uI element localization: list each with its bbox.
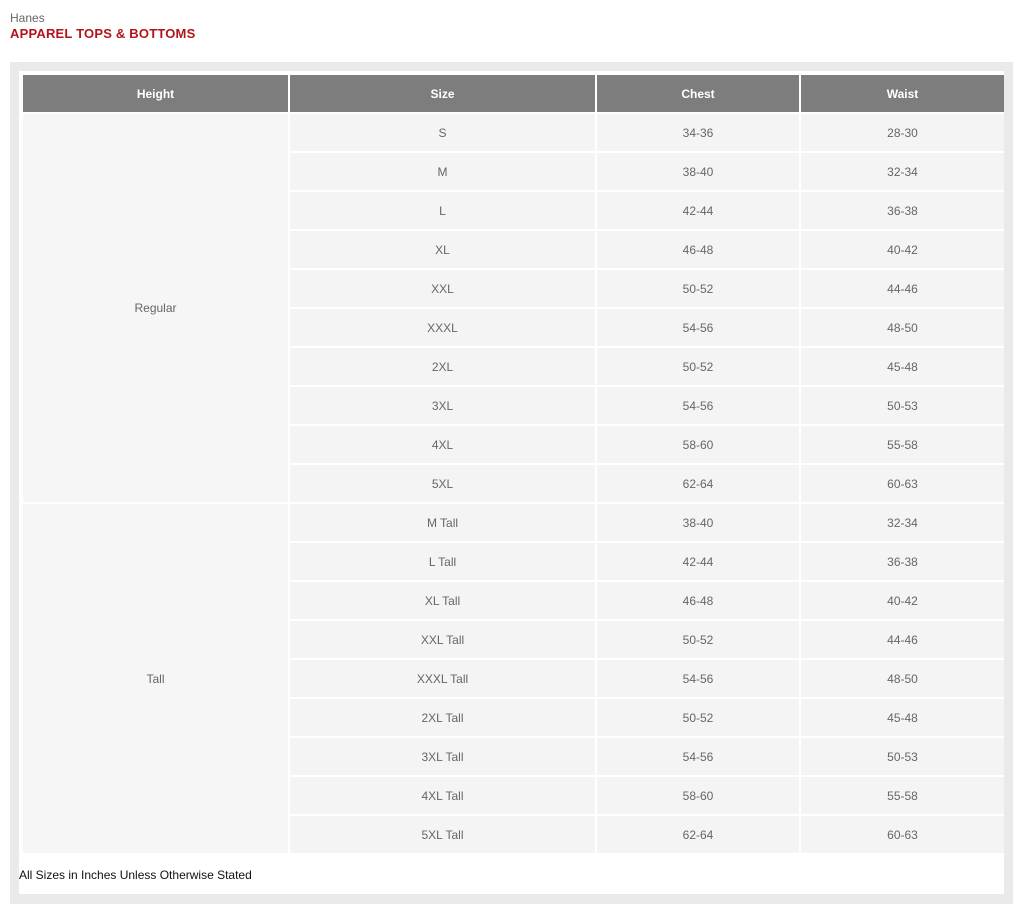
column-header-waist: Waist: [801, 75, 1004, 112]
size-cell: 3XL: [290, 387, 595, 424]
table-header-row: Height Size Chest Waist: [23, 75, 1004, 112]
waist-cell: 45-48: [801, 348, 1004, 385]
chest-cell: 42-44: [597, 192, 799, 229]
chest-cell: 34-36: [597, 114, 799, 151]
waist-cell: 36-38: [801, 192, 1004, 229]
chest-cell: 58-60: [597, 777, 799, 814]
chest-cell: 38-40: [597, 504, 799, 541]
waist-cell: 48-50: [801, 309, 1004, 346]
table-row: Tall M Tall 38-40 32-34: [23, 504, 1004, 853]
size-cell: L Tall: [290, 543, 595, 580]
column-header-height: Height: [23, 75, 288, 112]
size-cell: 4XL: [290, 426, 595, 463]
size-cell: XXXL Tall: [290, 660, 595, 697]
waist-cell: 48-50: [801, 660, 1004, 697]
chest-cell: 54-56: [597, 309, 799, 346]
height-group-cell: Regular: [23, 114, 288, 502]
waist-cell: 60-63: [801, 465, 1004, 502]
size-cell: M Tall: [290, 504, 595, 541]
size-chart-panel: Height Size Chest Waist Regular S 34-36 28-…: [10, 62, 1013, 904]
brand-name: Hanes: [10, 11, 45, 25]
size-cell: 4XL Tall: [290, 777, 595, 814]
size-chart-sheet: Height Size Chest Waist Regular S 34-36 28-…: [19, 71, 1004, 894]
size-cell: 3XL Tall: [290, 738, 595, 775]
waist-cell: 40-42: [801, 231, 1004, 268]
page-title: APPAREL TOPS & BOTTOMS: [10, 26, 196, 41]
chest-cell: 54-56: [597, 738, 799, 775]
waist-cell: 44-46: [801, 621, 1004, 658]
footnote: All Sizes in Inches Unless Otherwise Sta…: [19, 868, 252, 882]
column-header-chest: Chest: [597, 75, 799, 112]
waist-cell: 45-48: [801, 699, 1004, 736]
chest-cell: 50-52: [597, 270, 799, 307]
waist-cell: 50-53: [801, 387, 1004, 424]
waist-cell: 50-53: [801, 738, 1004, 775]
waist-cell: 28-30: [801, 114, 1004, 151]
chest-cell: 42-44: [597, 543, 799, 580]
chest-cell: 46-48: [597, 582, 799, 619]
height-group-cell: Tall: [23, 504, 288, 853]
waist-cell: 55-58: [801, 777, 1004, 814]
chest-cell: 62-64: [597, 816, 799, 853]
chest-cell: 54-56: [597, 660, 799, 697]
size-cell: XL: [290, 231, 595, 268]
chest-cell: 50-52: [597, 699, 799, 736]
waist-cell: 55-58: [801, 426, 1004, 463]
chest-cell: 38-40: [597, 153, 799, 190]
waist-cell: 60-63: [801, 816, 1004, 853]
waist-cell: 36-38: [801, 543, 1004, 580]
size-cell: XXL Tall: [290, 621, 595, 658]
size-cell: 2XL: [290, 348, 595, 385]
size-cell: L: [290, 192, 595, 229]
size-cell: 5XL Tall: [290, 816, 595, 853]
table-row: Regular S 34-36 28-30: [23, 114, 1004, 502]
size-cell: XXXL: [290, 309, 595, 346]
chest-cell: 58-60: [597, 426, 799, 463]
size-cell: XXL: [290, 270, 595, 307]
size-cell: 5XL: [290, 465, 595, 502]
page-header: Hanes APPAREL TOPS & BOTTOMS: [10, 11, 195, 42]
chest-cell: 46-48: [597, 231, 799, 268]
table-body: Regular S 34-36 28-30 M 38-40 32-34 L 42-44 36-38…: [23, 114, 1004, 853]
waist-cell: 40-42: [801, 582, 1004, 619]
size-cell: S: [290, 114, 595, 151]
waist-cell: 32-34: [801, 504, 1004, 541]
size-chart-table: Height Size Chest Waist Regular S 34-36 28-…: [21, 73, 1006, 855]
chest-cell: 50-52: [597, 348, 799, 385]
waist-cell: 44-46: [801, 270, 1004, 307]
size-cell: M: [290, 153, 595, 190]
chest-cell: 54-56: [597, 387, 799, 424]
size-cell: 2XL Tall: [290, 699, 595, 736]
chest-cell: 62-64: [597, 465, 799, 502]
column-header-size: Size: [290, 75, 595, 112]
waist-cell: 32-34: [801, 153, 1004, 190]
chest-cell: 50-52: [597, 621, 799, 658]
size-cell: XL Tall: [290, 582, 595, 619]
